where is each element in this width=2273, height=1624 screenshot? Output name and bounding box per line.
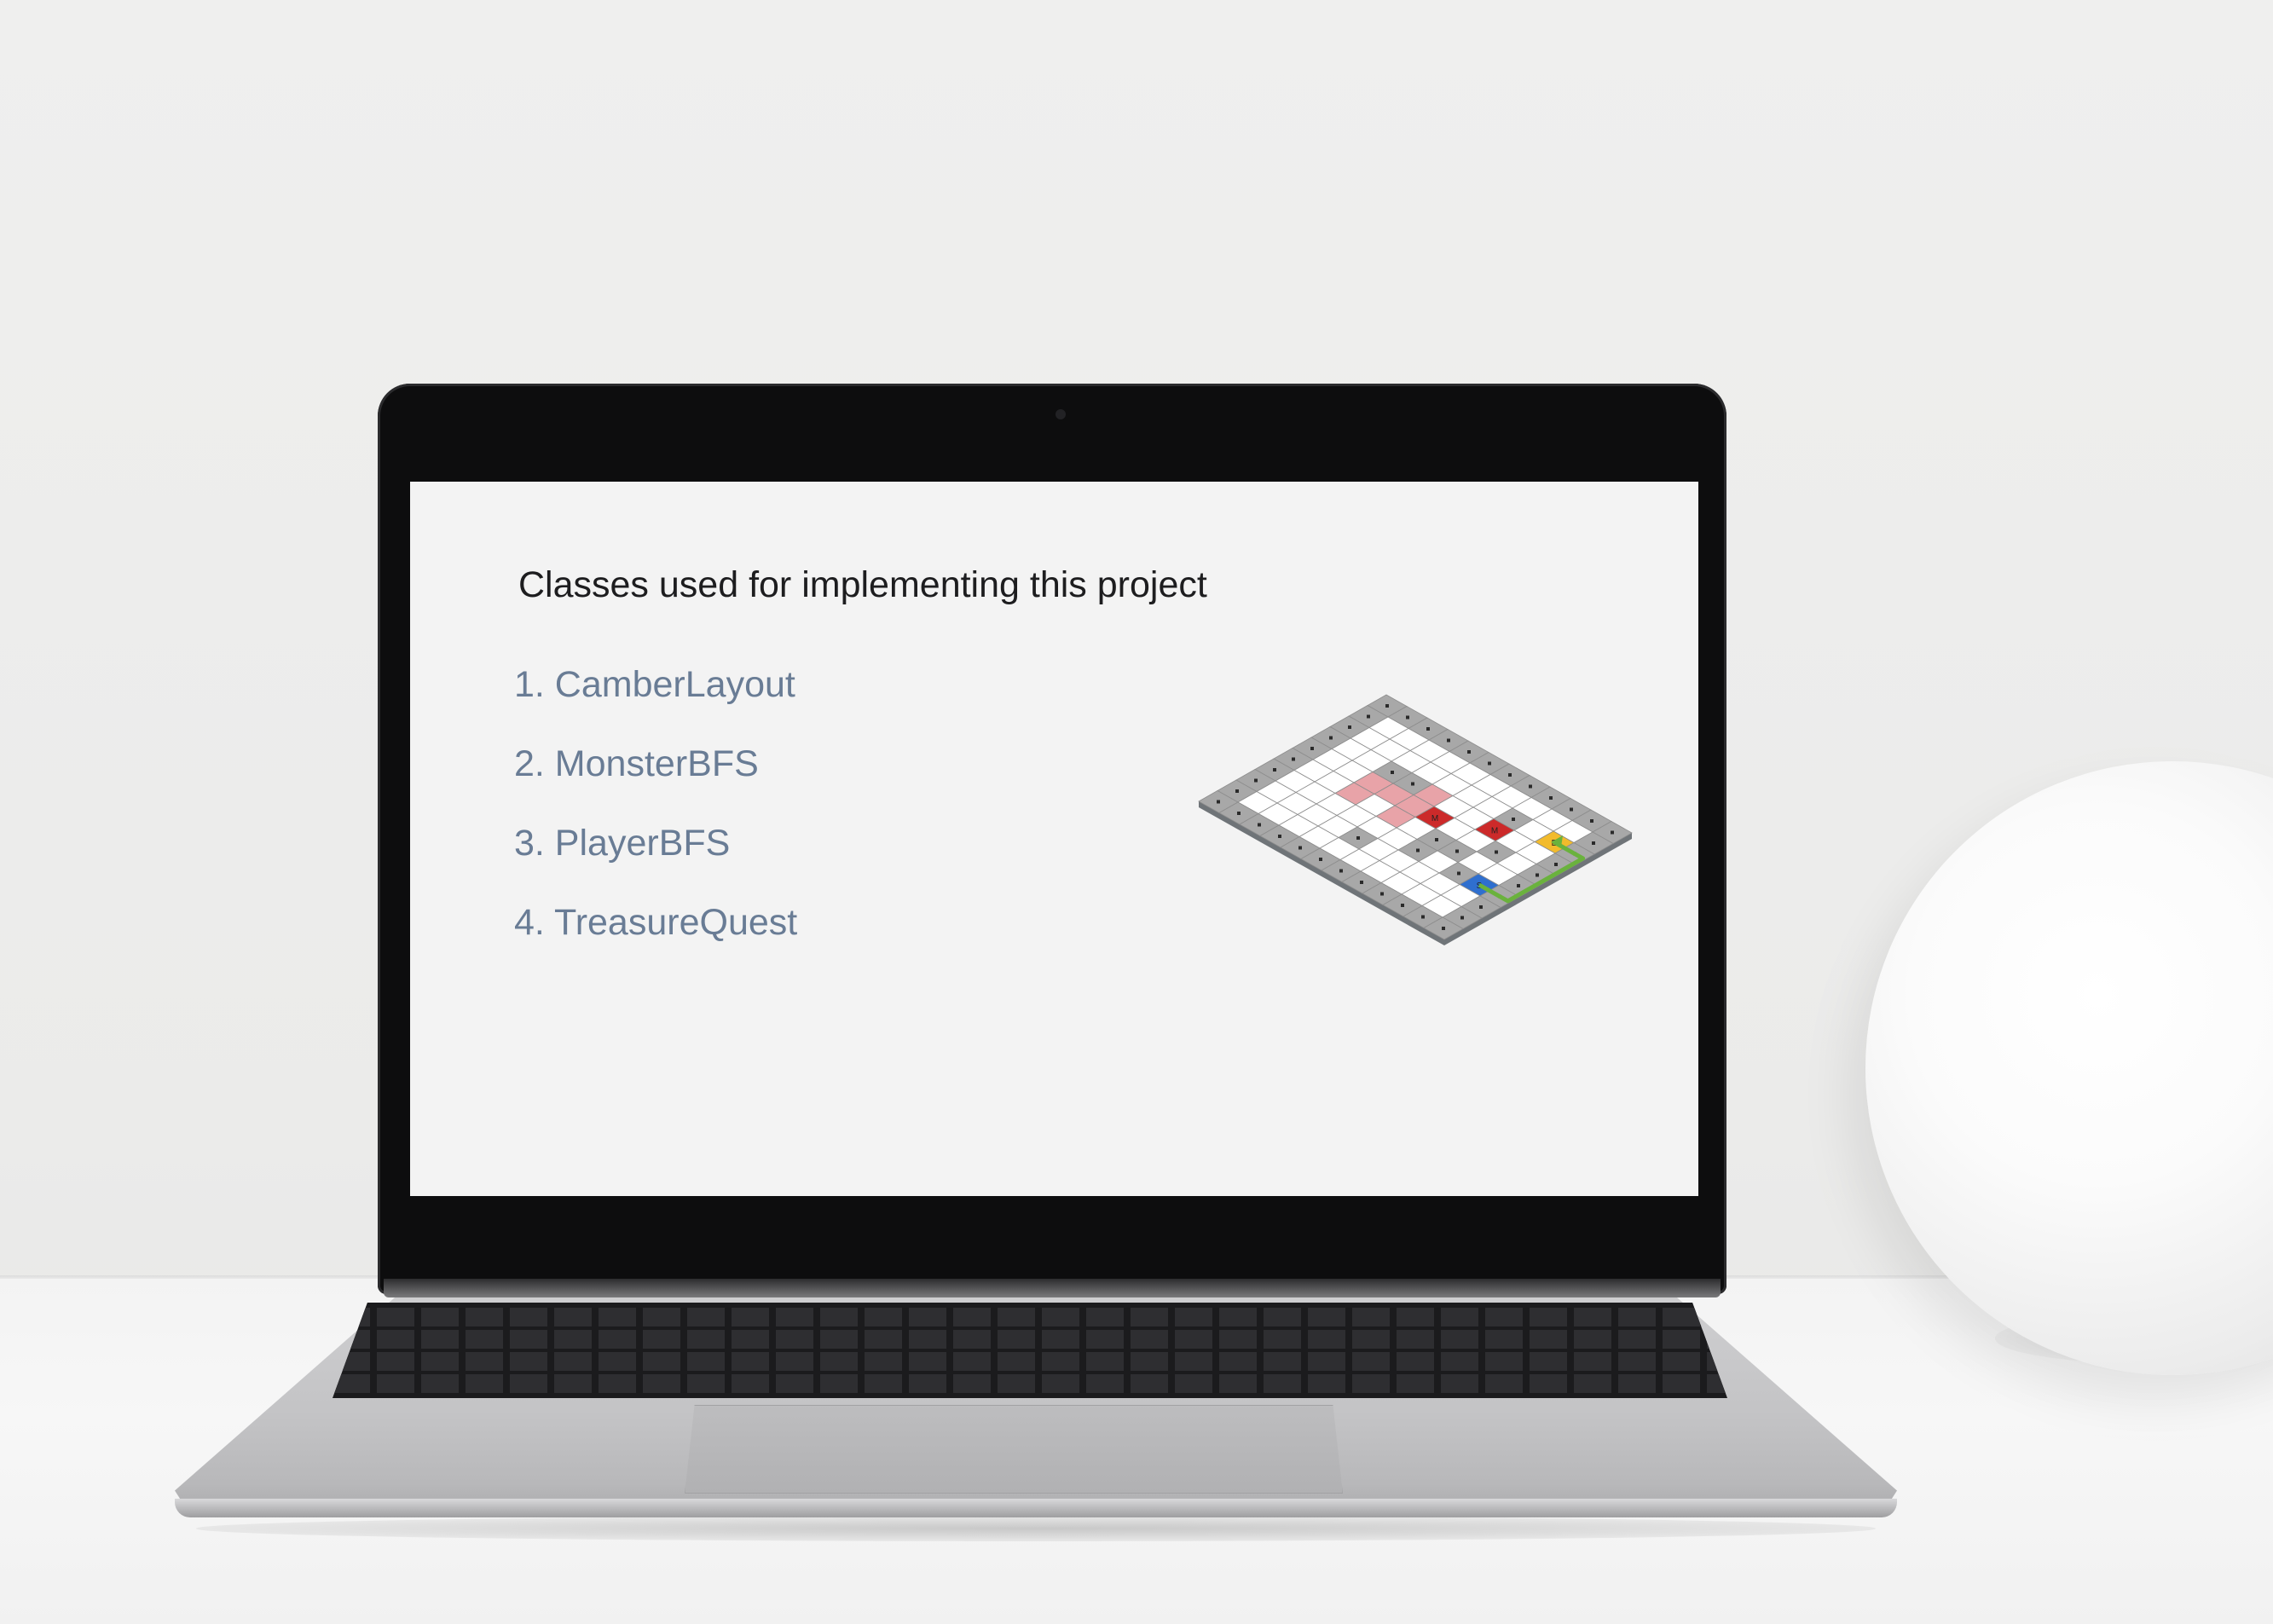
wall-marker-icon <box>1356 836 1360 840</box>
list-item-treasurequest: 4. TreasureQuest <box>514 902 798 943</box>
wall-marker-icon <box>1488 761 1491 766</box>
wall-marker-icon <box>1590 819 1593 823</box>
wall-marker-icon <box>1319 858 1322 861</box>
wall-marker-icon <box>1508 773 1512 777</box>
wall-marker-icon <box>1273 768 1276 772</box>
wall-marker-icon <box>1406 715 1409 720</box>
wall-marker-icon <box>1258 823 1261 827</box>
keyboard-row <box>333 1330 1727 1349</box>
wall-marker-icon <box>1536 873 1539 877</box>
keyboard-row <box>333 1308 1727 1326</box>
wall-marker-icon <box>1339 869 1343 873</box>
wall-marker-icon <box>1298 846 1302 850</box>
wall-marker-icon <box>1380 892 1384 896</box>
wall-marker-icon <box>1570 807 1573 812</box>
wall-marker-icon <box>1237 812 1241 815</box>
wall-marker-icon <box>1278 835 1281 838</box>
wall-marker-icon <box>1435 838 1438 841</box>
list-item-playerbfs: 3. PlayerBFS <box>514 823 731 864</box>
wall-marker-icon <box>1360 881 1363 884</box>
keyboard <box>333 1303 1727 1398</box>
wall-marker-icon <box>1460 916 1464 920</box>
laptop-base-lip <box>175 1499 1897 1517</box>
wall-marker-icon <box>1367 714 1370 719</box>
wall-marker-icon <box>1512 818 1515 821</box>
wall-marker-icon <box>1310 747 1314 750</box>
wall-marker-icon <box>1416 848 1420 852</box>
wall-marker-icon <box>1391 771 1394 774</box>
class-list: 1. CamberLayout 2. MonsterBFS 3. PlayerB… <box>514 661 797 978</box>
list-item-monsterbfs: 2. MonsterBFS <box>514 743 759 784</box>
cell-label-monster: M <box>1431 814 1438 824</box>
laptop-hinge <box>384 1279 1721 1297</box>
wall-marker-icon <box>1495 850 1498 854</box>
wall-marker-icon <box>1348 725 1351 729</box>
wall-marker-icon <box>1235 789 1239 793</box>
laptop-shadow <box>196 1516 1876 1541</box>
wall-marker-icon <box>1401 904 1404 907</box>
wall-marker-icon <box>1529 784 1532 789</box>
list-item-camberlayout: 1. CamberLayout <box>514 664 795 705</box>
cell-label-monster: M <box>1491 827 1498 836</box>
wall-marker-icon <box>1554 863 1558 866</box>
wall-marker-icon <box>1467 750 1471 754</box>
webcam-icon <box>1056 409 1066 419</box>
wall-marker-icon <box>1592 841 1595 845</box>
wall-marker-icon <box>1385 704 1389 708</box>
scene: Classes used for implementing this proje… <box>0 0 2273 1624</box>
wall-marker-icon <box>1254 778 1258 783</box>
wall-marker-icon <box>1411 782 1414 786</box>
wall-marker-icon <box>1611 830 1614 835</box>
wall-marker-icon <box>1426 727 1430 731</box>
wall-marker-icon <box>1517 884 1520 887</box>
wall-marker-icon <box>1457 871 1460 876</box>
keyboard-row <box>333 1352 1727 1371</box>
slide-title: Classes used for implementing this proje… <box>518 564 1207 605</box>
wall-marker-icon <box>1442 927 1445 930</box>
wall-marker-icon <box>1479 905 1483 909</box>
wall-marker-icon <box>1549 796 1553 800</box>
wall-marker-icon <box>1447 738 1450 743</box>
wall-marker-icon <box>1217 800 1220 804</box>
keyboard-row <box>333 1374 1727 1393</box>
presentation-slide: Classes used for implementing this proje… <box>410 482 1698 1196</box>
wall-marker-icon <box>1421 915 1425 919</box>
isometric-grid-map: EMMS <box>1198 694 1633 945</box>
wall-marker-icon <box>1329 736 1333 740</box>
trackpad[interactable] <box>685 1405 1343 1494</box>
grid-cells <box>1198 694 1633 945</box>
wall-marker-icon <box>1455 849 1459 853</box>
wall-marker-icon <box>1292 757 1295 761</box>
